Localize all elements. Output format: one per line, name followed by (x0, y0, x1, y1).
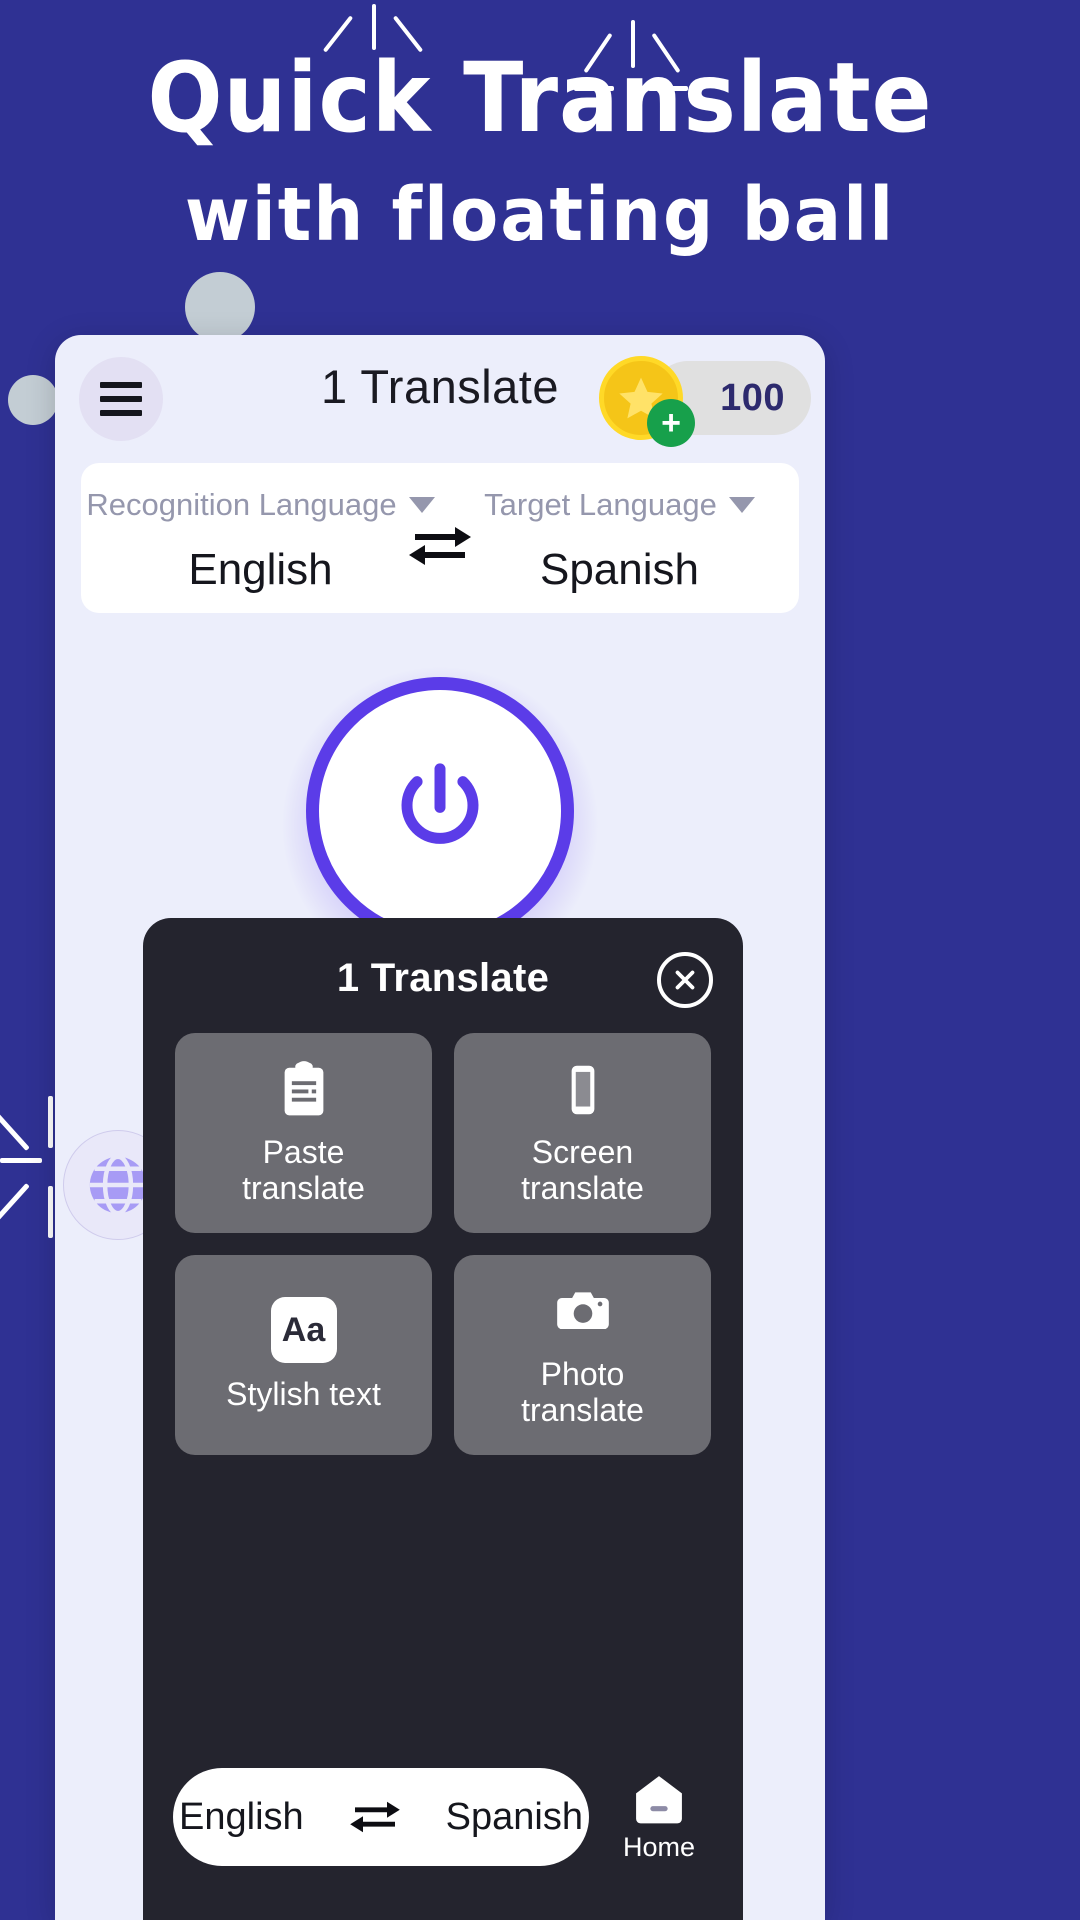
tile-label-line1: Screen (531, 1134, 634, 1171)
source-language-label-text: Recognition Language (86, 487, 397, 522)
sparkle-mark (0, 1109, 30, 1151)
sparkle-mark (0, 1183, 30, 1225)
sparkle-mark (48, 1096, 53, 1148)
panel-bottom-bar: English Spanish Home (143, 1768, 743, 1866)
home-button[interactable]: Home (605, 1772, 713, 1863)
source-language-label: Recognition Language (81, 487, 440, 523)
floating-panel: 1 Translate Paste translate Screen trans… (143, 918, 743, 1920)
home-icon (636, 1775, 682, 1823)
app-header: 1 Translate + 100 (55, 335, 825, 457)
source-language-selector[interactable]: Recognition Language English (81, 463, 440, 613)
tile-label: Stylish text (226, 1376, 381, 1413)
sparkle-mark (0, 1158, 42, 1163)
panel-language-pill[interactable]: English Spanish (173, 1768, 589, 1866)
power-button-area (55, 657, 825, 985)
tile-label-line2: translate (521, 1392, 644, 1428)
power-button[interactable] (306, 677, 574, 945)
text-style-icon-label: Aa (281, 1310, 326, 1349)
tile-label-line1: Paste (262, 1134, 345, 1171)
tile-label: Paste translate (242, 1134, 365, 1207)
panel-source-language: English (179, 1795, 304, 1838)
clipboard-icon (284, 1061, 323, 1116)
decorative-ball (185, 272, 255, 342)
language-selector-card: Recognition Language English Target Lang… (81, 463, 799, 613)
decorative-ball (8, 375, 58, 425)
target-language-label: Target Language (440, 487, 799, 523)
tile-screen-translate[interactable]: Screen translate (454, 1033, 711, 1233)
target-language-selector[interactable]: Target Language Spanish (440, 463, 799, 613)
promo-subheadline: with floating ball (184, 172, 896, 258)
close-circle-icon[interactable] (657, 952, 713, 1008)
tile-label-line1: Photo (540, 1356, 625, 1393)
target-language-label-text: Target Language (484, 487, 717, 522)
chevron-down-icon[interactable] (728, 497, 755, 513)
panel-title: 1 Translate (336, 956, 550, 1000)
phone-screen-icon (571, 1065, 594, 1115)
swap-arrows-icon (349, 1801, 400, 1833)
target-language-value: Spanish (539, 545, 699, 594)
phone-screen: 1 Translate + 100 Recognition Language E… (55, 335, 825, 1920)
tile-stylish-text[interactable]: Aa Stylish text (175, 1255, 432, 1455)
chevron-down-icon[interactable] (408, 497, 435, 513)
camera-icon (556, 1292, 609, 1330)
tile-label-line2: translate (242, 1170, 365, 1206)
source-language-value: English (188, 545, 333, 594)
tile-label: Screen translate (521, 1134, 644, 1207)
promo-headline: Quick Translate (147, 42, 933, 154)
tile-photo-translate[interactable]: Photo translate (454, 1255, 711, 1455)
sparkle-mark (48, 1186, 53, 1238)
power-icon (401, 763, 479, 844)
tile-label: Photo translate (521, 1356, 644, 1429)
action-grid: Paste translate Screen translate Aa Stylis… (143, 1001, 743, 1455)
points-badge[interactable]: + 100 (599, 356, 811, 447)
tile-label-line2: translate (521, 1170, 644, 1206)
panel-target-language: Spanish (445, 1795, 583, 1838)
text-style-icon: Aa (270, 1297, 337, 1364)
tile-paste-translate[interactable]: Paste translate (175, 1033, 432, 1233)
add-points-icon[interactable]: + (647, 399, 695, 447)
home-button-label: Home (622, 1831, 696, 1862)
points-count: 100 (720, 376, 785, 419)
